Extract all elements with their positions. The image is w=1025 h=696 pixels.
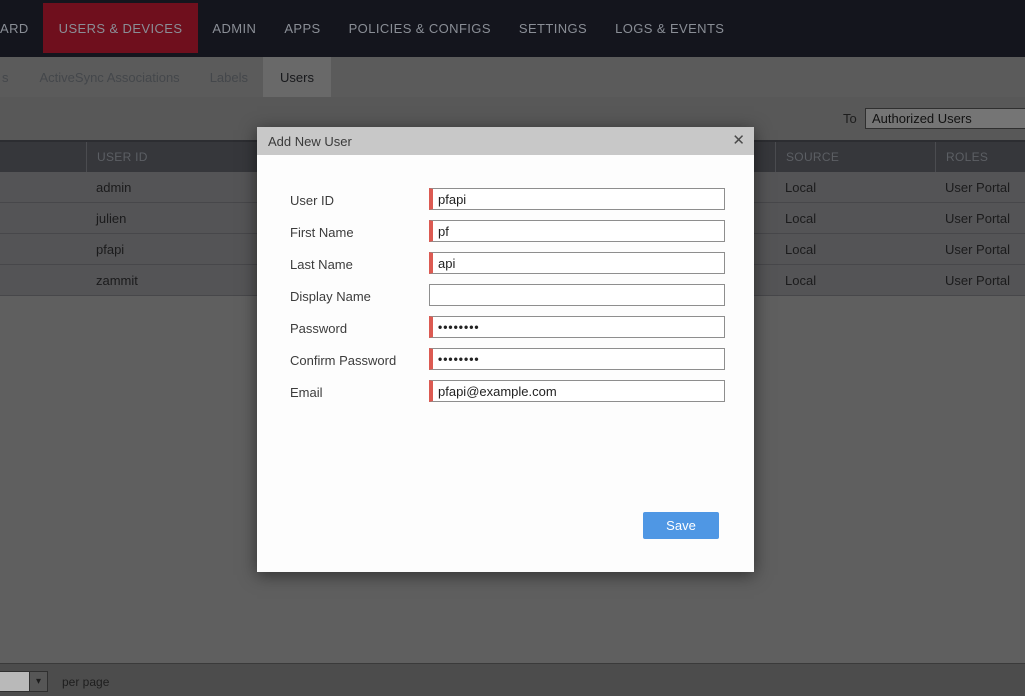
nav-item-admin[interactable]: ADMIN xyxy=(198,0,270,57)
display-name-input[interactable] xyxy=(429,284,725,306)
user-id-input[interactable] xyxy=(429,188,725,210)
confirm-password-label: Confirm Password xyxy=(290,353,396,368)
per-page-select[interactable]: ▾ xyxy=(0,671,48,692)
roles-cell: User Portal xyxy=(935,234,1025,264)
top-nav: ARD USERS & DEVICES ADMIN APPS POLICIES … xyxy=(0,0,1025,57)
password-input[interactable] xyxy=(429,316,725,338)
confirm-password-input[interactable] xyxy=(429,348,725,370)
source-cell: Local xyxy=(775,265,935,295)
modal-header: Add New User xyxy=(257,127,754,155)
nav-item-apps[interactable]: APPS xyxy=(270,0,334,57)
save-button[interactable]: Save xyxy=(643,512,719,539)
header-source[interactable]: SOURCE xyxy=(775,142,935,172)
first-name-input[interactable] xyxy=(429,220,725,242)
tab-devices-partial[interactable]: s xyxy=(0,57,25,97)
tab-labels[interactable]: Labels xyxy=(195,57,263,97)
source-cell: Local xyxy=(775,203,935,233)
nav-item-dashboard-partial[interactable]: ARD xyxy=(0,0,43,57)
email-label: Email xyxy=(290,385,323,400)
roles-cell: User Portal xyxy=(935,172,1025,202)
roles-cell: User Portal xyxy=(935,203,1025,233)
row-select-cell xyxy=(0,234,86,264)
email-input[interactable] xyxy=(429,380,725,402)
per-page-label: per page xyxy=(62,675,109,689)
source-cell: Local xyxy=(775,172,935,202)
header-roles[interactable]: ROLES xyxy=(935,142,1025,172)
password-label: Password xyxy=(290,321,347,336)
to-label: To xyxy=(843,111,857,126)
sub-nav: s ActiveSync Associations Labels Users xyxy=(0,57,1025,97)
pagination-bar: ▾ per page xyxy=(0,663,1025,696)
user-id-label: User ID xyxy=(290,193,334,208)
source-cell: Local xyxy=(775,234,935,264)
row-select-cell xyxy=(0,203,86,233)
last-name-label: Last Name xyxy=(290,257,353,272)
chevron-down-icon: ▾ xyxy=(29,672,47,691)
modal-title: Add New User xyxy=(268,134,352,149)
per-page-value xyxy=(0,672,29,691)
to-authorized-users-select[interactable]: Authorized Users xyxy=(865,108,1025,129)
display-name-label: Display Name xyxy=(290,289,371,304)
first-name-label: First Name xyxy=(290,225,354,240)
row-select-cell xyxy=(0,265,86,295)
nav-item-settings[interactable]: SETTINGS xyxy=(505,0,601,57)
nav-item-users-devices[interactable]: USERS & DEVICES xyxy=(43,3,199,53)
tab-activesync-associations[interactable]: ActiveSync Associations xyxy=(25,57,195,97)
close-icon[interactable]: ✕ xyxy=(732,132,745,150)
header-select-column xyxy=(0,142,86,172)
row-select-cell xyxy=(0,172,86,202)
nav-item-logs-events[interactable]: LOGS & EVENTS xyxy=(601,0,738,57)
nav-item-policies-configs[interactable]: POLICIES & CONFIGS xyxy=(335,0,505,57)
add-new-user-modal: Add New User ✕ User ID First Name Last N… xyxy=(257,127,754,572)
last-name-input[interactable] xyxy=(429,252,725,274)
roles-cell: User Portal xyxy=(935,265,1025,295)
tab-users[interactable]: Users xyxy=(263,57,331,97)
